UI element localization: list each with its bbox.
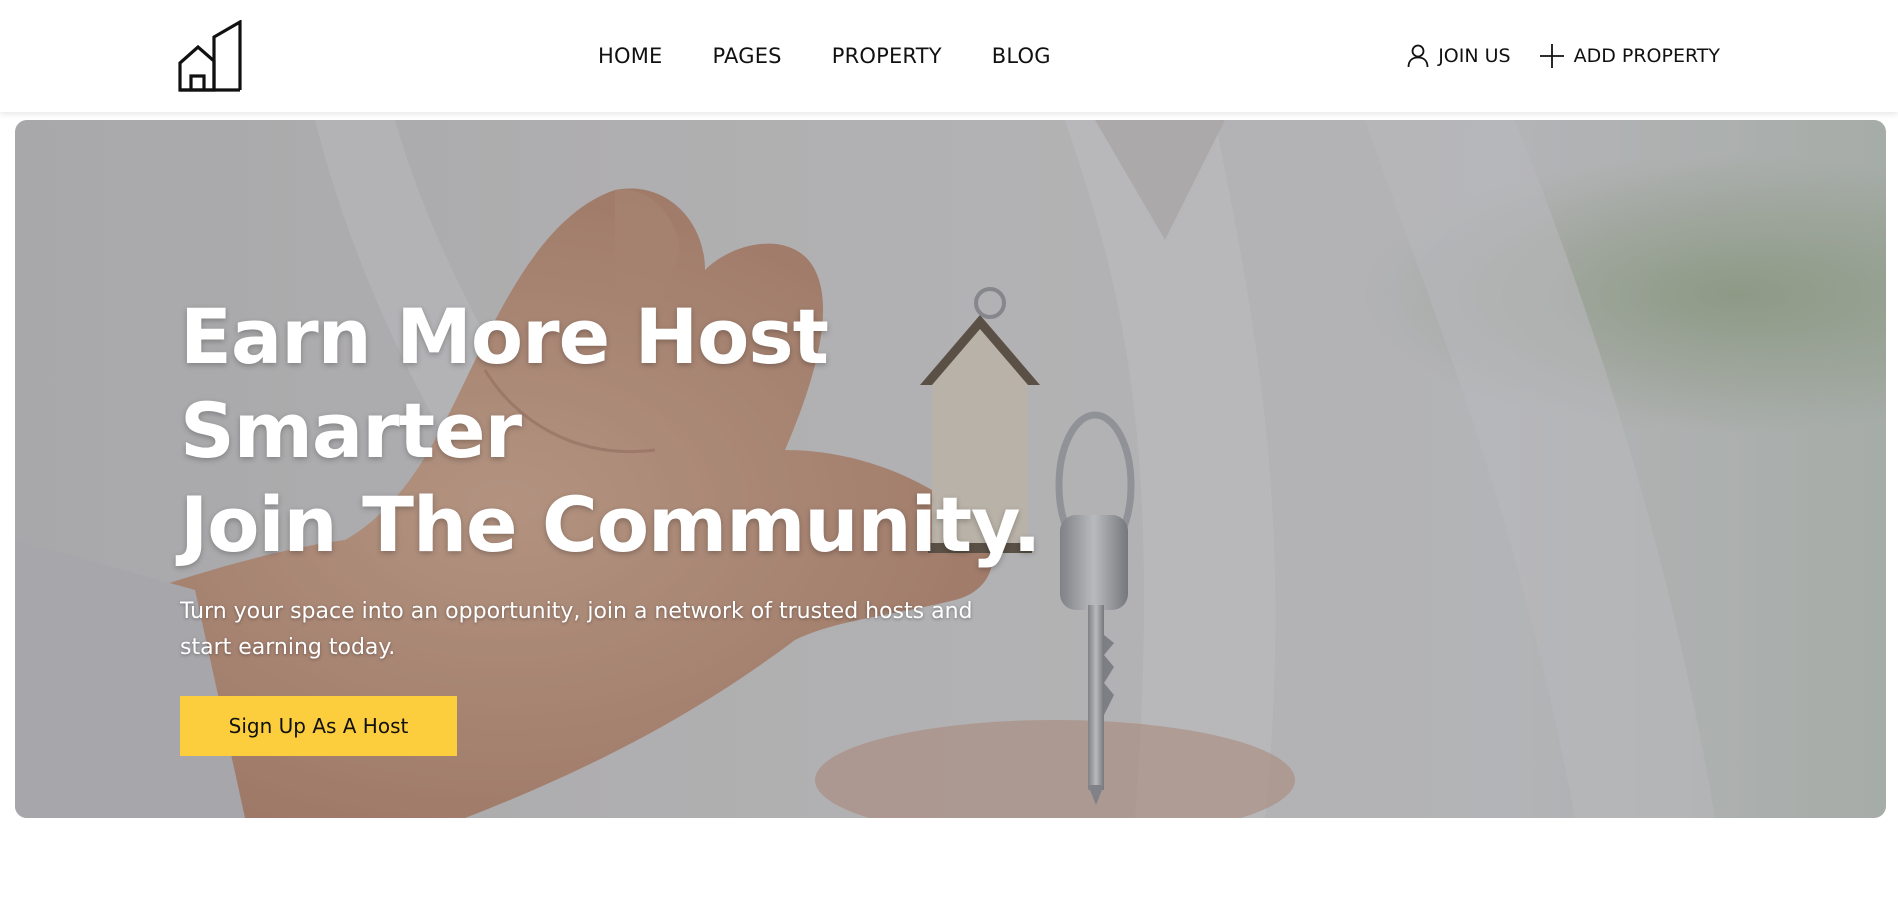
hero-title-line-1: Earn More Host Smarter: [180, 292, 829, 475]
main-nav: HOME PAGES PROPERTY BLOG: [598, 41, 1051, 71]
site-header: HOME PAGES PROPERTY BLOG JOIN US ADD PRO…: [0, 0, 1898, 112]
nav-home[interactable]: HOME: [598, 41, 663, 71]
building-logo-icon[interactable]: [178, 20, 242, 92]
hero-banner: Earn More Host Smarter Join The Communit…: [15, 120, 1886, 818]
join-us-label: JOIN US: [1438, 45, 1511, 67]
hero-title-line-2: Join The Community.: [180, 480, 1041, 569]
nav-blog[interactable]: BLOG: [992, 41, 1051, 71]
hero-title: Earn More Host Smarter Join The Communit…: [180, 290, 1180, 572]
nav-property[interactable]: PROPERTY: [832, 41, 942, 71]
hero-content: Earn More Host Smarter Join The Communit…: [180, 290, 1180, 756]
sign-up-host-button[interactable]: Sign Up As A Host: [180, 696, 457, 756]
add-property-button[interactable]: ADD PROPERTY: [1539, 42, 1720, 70]
add-property-label: ADD PROPERTY: [1573, 45, 1720, 67]
join-us-button[interactable]: JOIN US: [1407, 42, 1511, 70]
header-actions: JOIN US ADD PROPERTY: [1379, 42, 1720, 70]
hero-subtitle: Turn your space into an opportunity, joi…: [180, 599, 973, 660]
nav-pages[interactable]: PAGES: [713, 41, 782, 71]
plus-icon: [1539, 44, 1564, 68]
user-icon: [1407, 44, 1429, 68]
